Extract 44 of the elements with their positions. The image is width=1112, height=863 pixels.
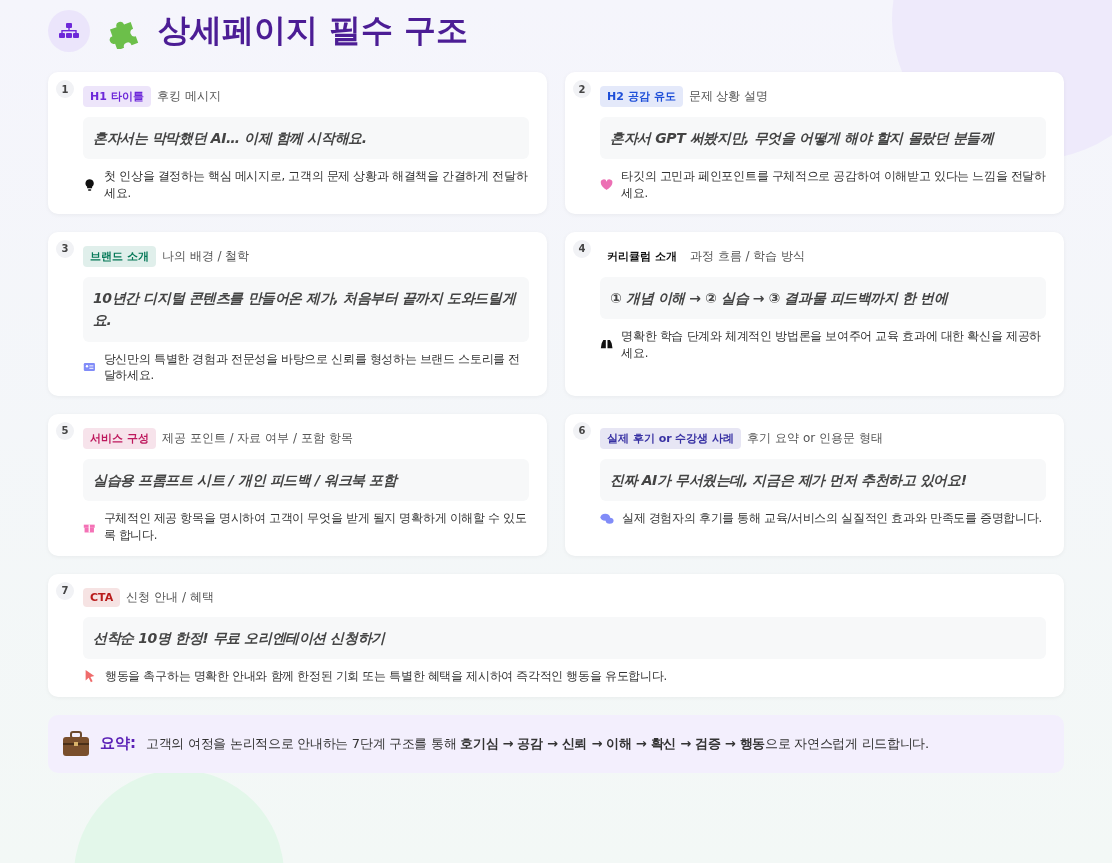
summary-text: 고객의 여정을 논리적으로 안내하는 7단계 구조를 통해 호기심 → 공감 → 신뢰 → 이해 → 확신 → 검증 → 행동으로 자연스럽게 리드합니다. — [146, 734, 929, 753]
chat-bubbles-icon — [600, 511, 614, 526]
step-description: 행동을 촉구하는 명확한 안내와 함께 한정된 기회 또는 특별한 혜택을 제시하여 즉각적인 행동을 유도합니다. — [105, 668, 667, 685]
step-number: 5 — [56, 421, 74, 440]
step-number: 7 — [56, 581, 74, 600]
step-tag: 서비스 구성 — [83, 427, 156, 449]
step-description: 구체적인 제공 항목을 명시하여 고객이 무엇을 받게 될지 명확하게 이해할 수 있도록 합니다. — [103, 510, 528, 544]
step-subtitle: 후기 요약 or 인용문 형태 — [747, 429, 883, 447]
step-subtitle: 후킹 메시지 — [156, 88, 221, 105]
example-quote: 혼자서는 막막했던 AI… 이제 함께 시작해요. — [83, 117, 529, 160]
example-quote: 실습용 프롬프트 시트 / 개인 피드백 / 워크북 포함 — [83, 458, 529, 502]
example-quote: ① 개념 이해 → ② 실습 → ③ 결과물 피드백까지 한 번에 — [600, 276, 1046, 320]
step-tag: H2 공감 유도 — [600, 86, 683, 107]
step-number: 2 — [573, 80, 591, 98]
step-number: 1 — [56, 80, 74, 98]
step-description: 타깃의 고민과 페인포인트를 구체적으로 공감하여 이해받고 있다는 느낌을 전달하세요. — [621, 168, 1046, 202]
step-description: 실제 경험자의 후기를 통해 교육/서비스의 실질적인 효과와 만족도를 증명합니다. — [622, 510, 1042, 527]
page-title: 상세페이지 필수 구조 — [158, 10, 469, 51]
cursor-icon — [83, 669, 97, 684]
step-description: 당신만의 특별한 경험과 전문성을 바탕으로 신뢰를 형성하는 브랜드 스토리를 전달하세요. — [103, 350, 522, 384]
example-quote: 진짜 AI가 무서웠는데, 지금은 제가 먼저 추천하고 있어요! — [600, 458, 1046, 502]
step-tag: 커리큘럼 소개 — [600, 245, 684, 267]
step-tag: 브랜드 소개 — [83, 245, 156, 267]
step-subtitle: 과정 흐름 / 학습 방식 — [689, 247, 806, 265]
step-number: 4 — [573, 239, 591, 258]
example-quote: 혼자서 GPT 써봤지만, 무엇을 어떻게 해야 할지 몰랐던 분들께 — [600, 117, 1046, 160]
step-subtitle: 제공 포인트 / 자료 여부 / 포함 항목 — [161, 429, 353, 447]
lightbulb-icon — [83, 178, 97, 193]
step-description: 명확한 학습 단계와 체계적인 방법론을 보여주어 교육 효과에 대한 확신을 제공하세요. — [621, 328, 1042, 362]
step-subtitle: 나의 배경 / 철학 — [161, 247, 250, 265]
example-quote: 10년간 디지털 콘텐츠를 만들어온 제가, 처음부터 끝까지 도와드릴게요. — [83, 276, 529, 342]
step-description: 첫 인상을 결정하는 핵심 메시지로, 고객의 문제 상황과 해결책을 간결하게 전달하세요. — [104, 168, 529, 202]
sitemap-icon — [48, 10, 90, 52]
step-tag: 실제 후기 or 수강생 사례 — [600, 427, 742, 449]
briefcase-icon — [62, 730, 90, 757]
step-tag: H1 타이틀 — [83, 86, 151, 107]
example-quote: 선착순 10명 한정! 무료 오리엔테이션 신청하기 — [83, 616, 1046, 659]
step-number: 3 — [56, 239, 74, 258]
step-subtitle: 신청 안내 / 혜택 — [126, 588, 214, 606]
heart-icon — [600, 178, 614, 193]
summary-label: 요약: — [100, 734, 136, 754]
step-number: 6 — [573, 421, 591, 440]
step-tag: CTA — [83, 587, 121, 607]
step-subtitle: 문제 상황 설명 — [688, 88, 769, 105]
